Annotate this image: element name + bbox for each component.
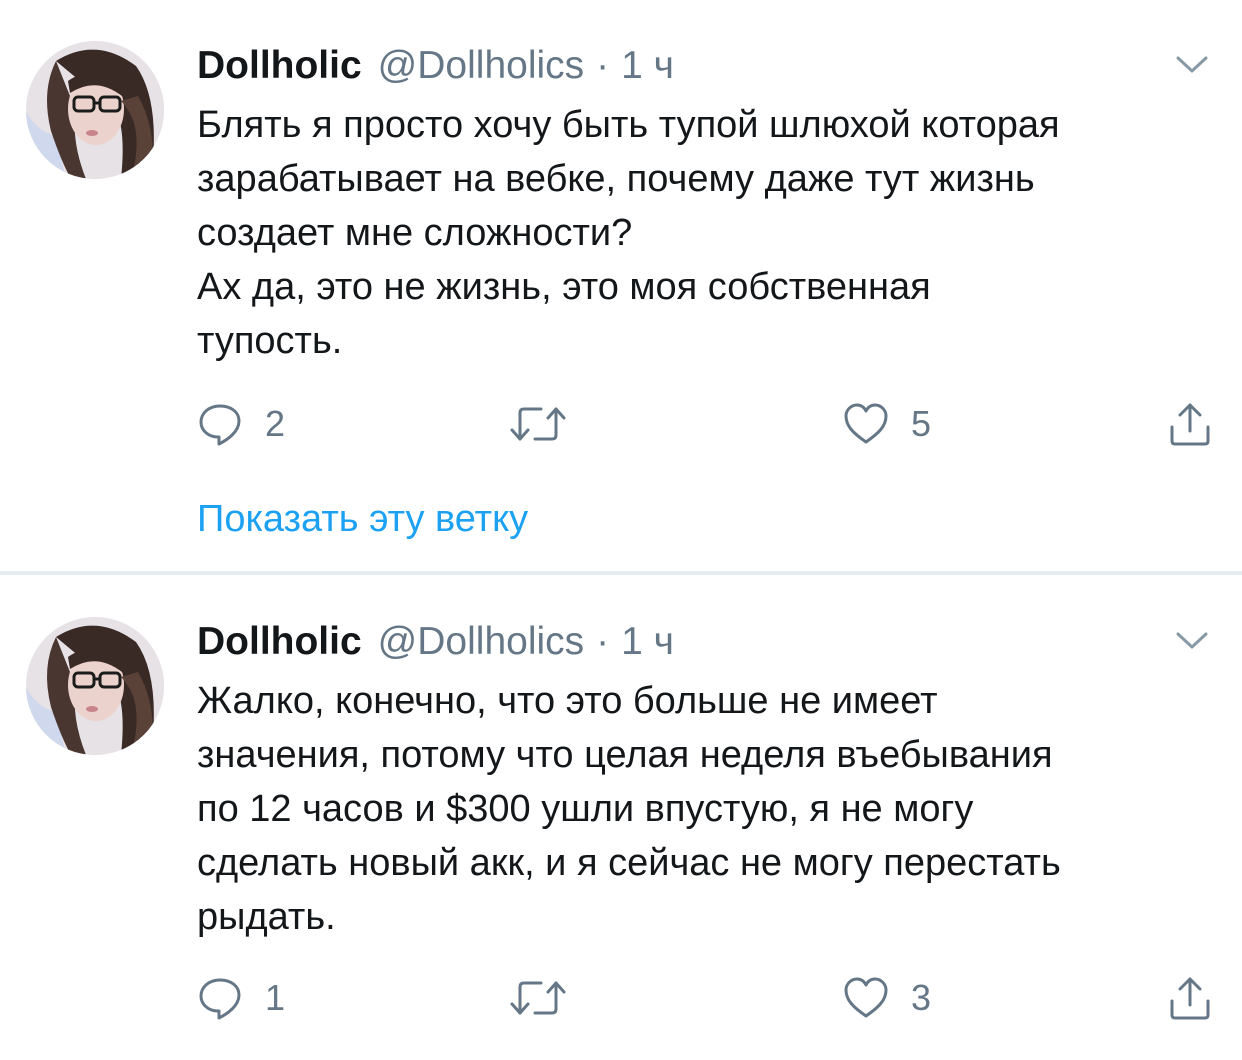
retweet-button[interactable] <box>509 970 589 1026</box>
like-count: 3 <box>911 977 932 1018</box>
tweet[interactable]: Dollholic @Dollholics · 1 ч Блять я прос… <box>0 0 1242 572</box>
tweet[interactable]: Dollholic @Dollholics · 1 ч Жалко, конеч… <box>0 576 1242 1060</box>
reply-button[interactable]: 1 <box>197 970 285 1026</box>
tweet-actions: 1 3 <box>197 970 1217 1026</box>
separator-dot: · <box>596 44 610 87</box>
tweet-header: Dollholic @Dollholics · 1 ч <box>197 618 674 666</box>
tweet-text-line: создает мне сложности? <box>197 212 633 254</box>
tweet-text: Жалко, конечно, что это больше не имеет … <box>197 674 1207 944</box>
timestamp[interactable]: 1 ч <box>621 618 674 666</box>
separator-dot: · <box>596 620 610 663</box>
tweet-text-line: Ах да, это не жизнь, это моя собственная <box>197 266 931 308</box>
reply-count: 2 <box>265 403 286 444</box>
avatar[interactable] <box>26 617 164 755</box>
heart-icon <box>844 977 888 1018</box>
heart-icon <box>844 403 888 444</box>
tweet-text-line: Жалко, конечно, что это больше не имеет <box>197 680 938 722</box>
avatar[interactable] <box>26 41 164 179</box>
tweet-text-line: зарабатывает на вебке, почему даже тут ж… <box>197 158 1035 200</box>
show-thread-link[interactable]: Показать эту ветку <box>197 494 528 544</box>
timestamp[interactable]: 1 ч <box>621 42 674 90</box>
tweet-text-line: Блять я просто хочу быть тупой шлюхой ко… <box>197 104 1060 146</box>
retweet-button[interactable] <box>509 396 589 452</box>
reply-count: 1 <box>265 977 286 1018</box>
tweet-header: Dollholic @Dollholics · 1 ч <box>197 42 674 90</box>
reply-button[interactable]: 2 <box>197 396 285 452</box>
like-button[interactable]: 3 <box>843 970 931 1026</box>
user-handle[interactable]: @Dollholics <box>378 42 584 90</box>
display-name[interactable]: Dollholic <box>197 42 362 90</box>
retweet-icon <box>510 407 566 441</box>
user-handle[interactable]: @Dollholics <box>378 618 584 666</box>
tweet-actions: 2 5 <box>197 396 1217 452</box>
tweet-text: Блять я просто хочу быть тупой шлюхой ко… <box>197 98 1207 368</box>
chevron-down-icon[interactable] <box>1174 628 1210 652</box>
like-count: 5 <box>911 403 932 444</box>
share-button[interactable] <box>1167 396 1213 452</box>
share-icon <box>1170 403 1210 446</box>
reply-icon <box>199 978 241 1020</box>
tweet-text-line: значения, потому что целая неделя въебыв… <box>197 734 1053 776</box>
tweet-text-line: сделать новый акк, и я сейчас не могу пе… <box>197 842 1061 884</box>
share-button[interactable] <box>1167 970 1213 1026</box>
tweet-text-line: тупость. <box>197 320 343 362</box>
tweet-divider <box>0 571 1242 575</box>
chevron-down-icon[interactable] <box>1174 52 1210 76</box>
retweet-icon <box>510 981 566 1015</box>
reply-icon <box>199 404 241 446</box>
display-name[interactable]: Dollholic <box>197 618 362 666</box>
share-icon <box>1170 977 1210 1020</box>
like-button[interactable]: 5 <box>843 396 931 452</box>
tweet-text-line: по 12 часов и $300 ушли впустую, я не мо… <box>197 788 974 830</box>
tweet-text-line: рыдать. <box>197 896 336 938</box>
